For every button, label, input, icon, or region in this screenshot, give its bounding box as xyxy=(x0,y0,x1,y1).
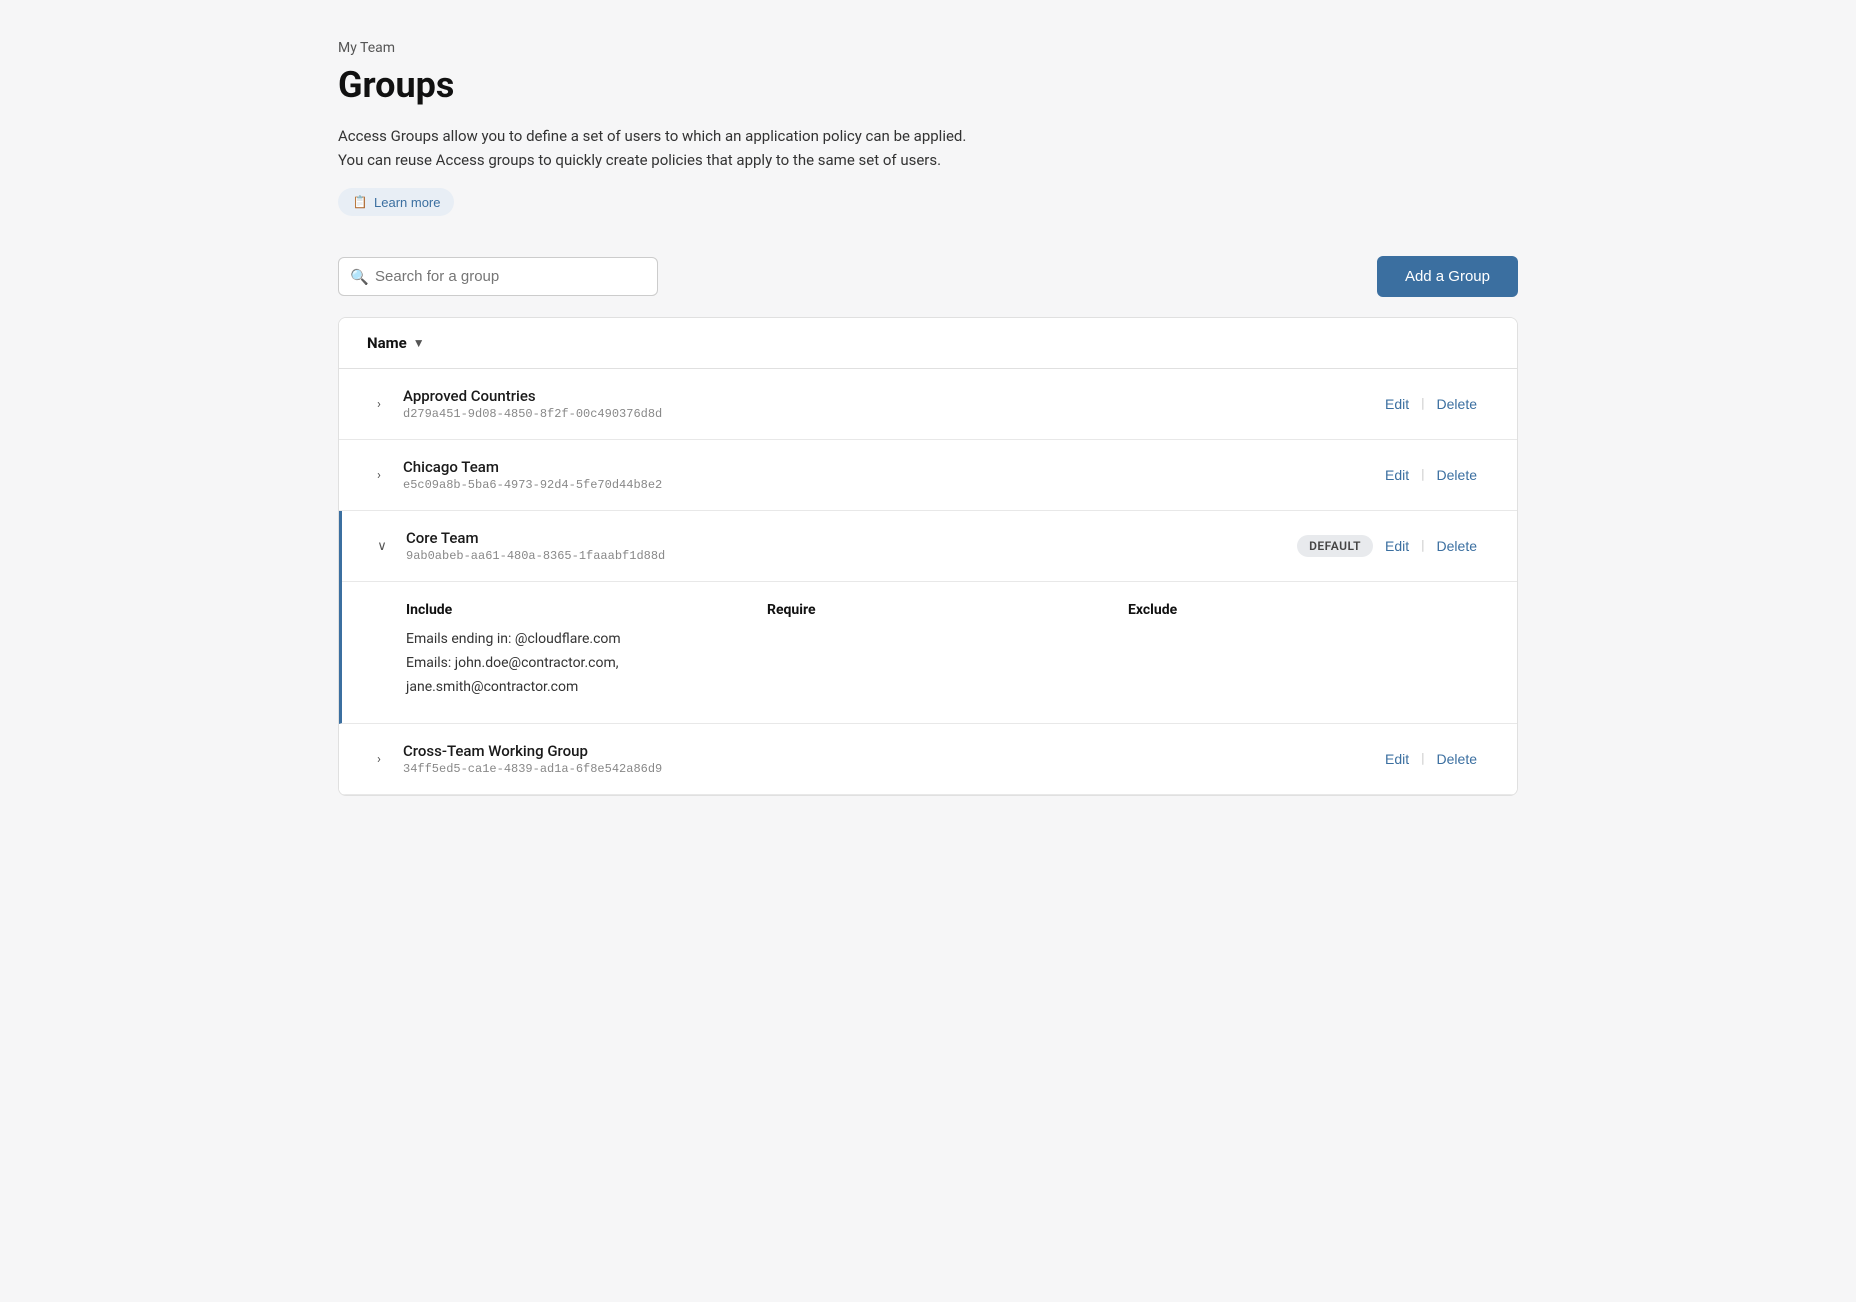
row-actions: Edit | Delete xyxy=(1373,534,1489,558)
group-row: › Approved Countries d279a451-9d08-4850-… xyxy=(339,369,1517,440)
group-info: Chicago Team e5c09a8b-5ba6-4973-92d4-5fe… xyxy=(403,458,1373,492)
group-row: › Cross-Team Working Group 34ff5ed5-ca1e… xyxy=(339,724,1517,795)
exclude-column: Exclude xyxy=(1128,602,1489,699)
row-actions: Edit | Delete xyxy=(1373,747,1489,771)
edit-button[interactable]: Edit xyxy=(1373,534,1421,558)
group-row-expanded: ∨ Core Team 9ab0abeb-aa61-480a-8365-1faa… xyxy=(339,511,1517,724)
edit-button[interactable]: Edit xyxy=(1373,392,1421,416)
sort-icon: ▼ xyxy=(413,336,425,350)
group-row-toggle[interactable]: ∨ Core Team 9ab0abeb-aa61-480a-8365-1faa… xyxy=(342,511,1517,581)
group-info: Approved Countries d279a451-9d08-4850-8f… xyxy=(403,387,1373,421)
delete-button[interactable]: Delete xyxy=(1425,534,1489,558)
expanded-content: Include Emails ending in: @cloudflare.co… xyxy=(342,581,1517,723)
search-input[interactable] xyxy=(338,257,658,296)
page-description: Access Groups allow you to define a set … xyxy=(338,124,1518,172)
name-column-header[interactable]: Name ▼ xyxy=(367,334,425,352)
require-column: Require xyxy=(767,602,1128,699)
page-title: Groups xyxy=(338,64,1518,106)
expand-icon: › xyxy=(367,747,391,771)
book-icon: 📋 xyxy=(352,194,368,210)
group-row: › Chicago Team e5c09a8b-5ba6-4973-92d4-5… xyxy=(339,440,1517,511)
expand-icon: › xyxy=(367,392,391,416)
row-actions: Edit | Delete xyxy=(1373,463,1489,487)
edit-button[interactable]: Edit xyxy=(1373,463,1421,487)
expand-icon: ∨ xyxy=(370,534,394,558)
group-info: Core Team 9ab0abeb-aa61-480a-8365-1faaab… xyxy=(406,529,1281,563)
search-icon: 🔍 xyxy=(350,268,369,286)
delete-button[interactable]: Delete xyxy=(1425,392,1489,416)
group-name: Core Team xyxy=(406,529,1281,547)
group-uuid: 34ff5ed5-ca1e-4839-ad1a-6f8e542a86d9 xyxy=(403,762,1373,776)
learn-more-label: Learn more xyxy=(374,195,440,210)
row-actions: Edit | Delete xyxy=(1373,392,1489,416)
include-content: Emails ending in: @cloudflare.com Emails… xyxy=(406,628,767,699)
expand-icon: › xyxy=(367,463,391,487)
group-row-toggle[interactable]: › Approved Countries d279a451-9d08-4850-… xyxy=(339,369,1517,439)
search-wrapper: 🔍 xyxy=(338,257,658,296)
groups-table: Name ▼ › Approved Countries d279a451-9d0… xyxy=(338,317,1518,796)
group-name: Cross-Team Working Group xyxy=(403,742,1373,760)
include-column: Include Emails ending in: @cloudflare.co… xyxy=(406,602,767,699)
delete-button[interactable]: Delete xyxy=(1425,463,1489,487)
edit-button[interactable]: Edit xyxy=(1373,747,1421,771)
group-uuid: e5c09a8b-5ba6-4973-92d4-5fe70d44b8e2 xyxy=(403,478,1373,492)
group-info: Cross-Team Working Group 34ff5ed5-ca1e-4… xyxy=(403,742,1373,776)
default-badge: DEFAULT xyxy=(1297,535,1373,557)
group-uuid: d279a451-9d08-4850-8f2f-00c490376d8d xyxy=(403,407,1373,421)
group-row-toggle[interactable]: › Cross-Team Working Group 34ff5ed5-ca1e… xyxy=(339,724,1517,794)
group-row-toggle[interactable]: › Chicago Team e5c09a8b-5ba6-4973-92d4-5… xyxy=(339,440,1517,510)
breadcrumb: My Team xyxy=(338,40,1518,56)
group-name: Approved Countries xyxy=(403,387,1373,405)
table-header: Name ▼ xyxy=(339,318,1517,369)
toolbar: 🔍 Add a Group xyxy=(338,256,1518,297)
group-name: Chicago Team xyxy=(403,458,1373,476)
delete-button[interactable]: Delete xyxy=(1425,747,1489,771)
add-group-button[interactable]: Add a Group xyxy=(1377,256,1518,297)
learn-more-button[interactable]: 📋 Learn more xyxy=(338,188,454,216)
group-uuid: 9ab0abeb-aa61-480a-8365-1faaabf1d88d xyxy=(406,549,1281,563)
